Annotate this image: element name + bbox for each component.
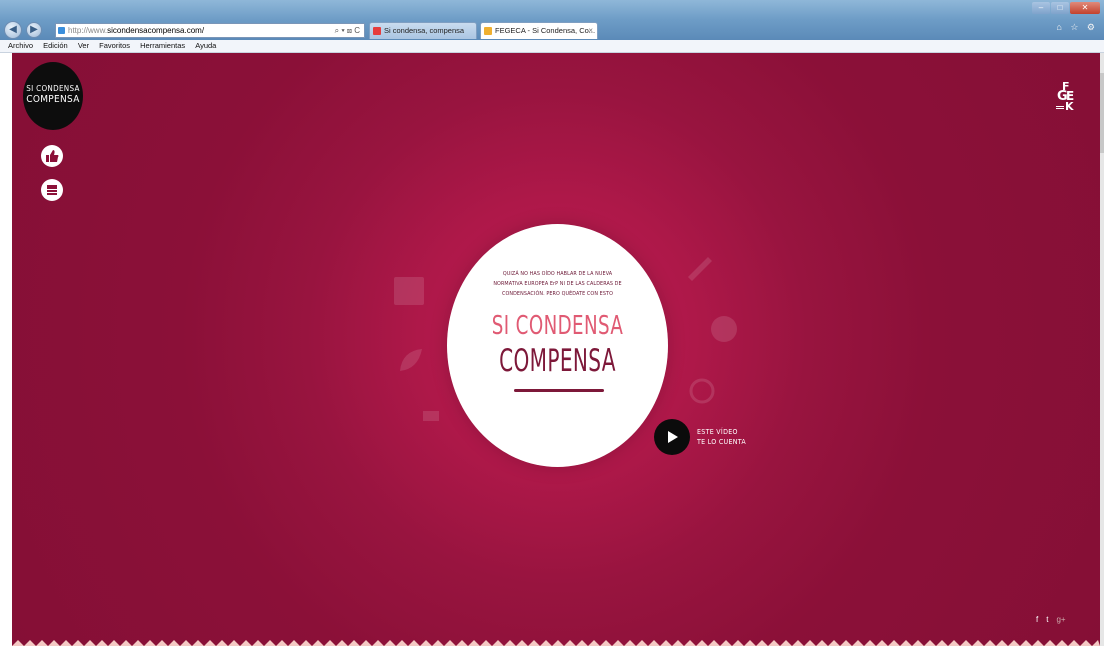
hero-title-line-2: COMPENSA	[499, 343, 616, 379]
menu-herramientas[interactable]: Herramientas	[140, 40, 185, 52]
googleplus-icon[interactable]: g+	[1056, 615, 1065, 624]
site-logo[interactable]: SI CONDENSA COMPENSA	[23, 62, 83, 130]
menu-archivo[interactable]: Archivo	[8, 40, 33, 52]
logo-line-1: SI CONDENSA	[26, 84, 80, 93]
zigzag-border	[12, 640, 1100, 646]
hero-intro-line: CONDENSACIÓN. PERO QUÉDATE CON ESTO	[501, 291, 614, 297]
hero-title-underline	[514, 389, 604, 392]
small-illustration-icon	[423, 411, 439, 421]
page-viewport: SI CONDENSA COMPENSA F E G K QUIZÁ NO HA…	[12, 53, 1100, 646]
tab-label: Si condensa, compensa	[384, 26, 465, 35]
tab-si-condensa[interactable]: Si condensa, compensa	[369, 22, 477, 39]
browser-titlebar: – □ ✕ ◀ ▶ http://www.sicondensacompensa.co…	[0, 0, 1104, 40]
hero-disc: QUIZÁ NO HAS OÍDO HABLAR DE LA NUEVA NOR…	[447, 224, 668, 467]
tab-close-icon[interactable]: ×	[588, 23, 593, 39]
radiator-illustration-icon	[394, 277, 424, 305]
svg-text:K: K	[1065, 100, 1074, 112]
like-button[interactable]	[41, 145, 63, 167]
scrollbar-thumb[interactable]	[1100, 73, 1104, 153]
close-window-button[interactable]: ✕	[1070, 2, 1100, 14]
window-controls: – □ ✕	[1031, 2, 1100, 14]
tab-label: FEGECA - Si Condensa, Co...	[495, 26, 596, 35]
vertical-scrollbar[interactable]	[1100, 53, 1104, 646]
address-bar[interactable]: http://www.sicondensacompensa.com/ ⌕ ▾ ⊠…	[55, 23, 365, 38]
menu-ayuda[interactable]: Ayuda	[195, 40, 216, 52]
video-label-line-1: ESTE VÍDEO	[697, 428, 738, 436]
site-favicon-icon	[58, 27, 65, 34]
maximize-button[interactable]: □	[1051, 2, 1069, 14]
play-video-label[interactable]: ESTE VÍDEO TE LO CUENTA	[697, 427, 746, 447]
facebook-icon[interactable]: f	[1036, 615, 1038, 624]
play-icon	[668, 431, 678, 443]
logo-line-2: COMPENSA	[26, 94, 80, 105]
social-links: f t g+	[1036, 615, 1074, 624]
fegeca-logo-icon[interactable]: F E G K	[1052, 78, 1086, 112]
tool-illustration-icon	[688, 257, 712, 281]
tab-favicon-icon	[484, 27, 492, 35]
hero-intro-text: QUIZÁ NO HAS OÍDO HABLAR DE LA NUEVA NOR…	[487, 269, 628, 299]
minimize-button[interactable]: –	[1032, 2, 1050, 14]
play-video-button[interactable]	[654, 419, 690, 455]
twitter-icon[interactable]: t	[1046, 615, 1048, 624]
navigation-row: ◀ ▶ http://www.sicondensacompensa.com/ ⌕…	[0, 20, 1104, 40]
hero-intro-line: QUIZÁ NO HAS OÍDO HABLAR DE LA NUEVA	[502, 271, 613, 277]
document-icon	[47, 185, 57, 195]
menu-favoritos[interactable]: Favoritos	[99, 40, 130, 52]
address-protocol: http://www.	[68, 26, 108, 35]
address-host: sicondensacompensa.com/	[107, 26, 205, 35]
hero-intro-line: NORMATIVA EUROPEA ErP NI DE LAS CALDERAS…	[493, 281, 622, 287]
leaf-illustration-icon	[400, 349, 422, 371]
clock-illustration-icon	[689, 378, 715, 404]
apple-illustration-icon	[711, 316, 737, 342]
video-label-line-2: TE LO CUENTA	[697, 438, 746, 446]
forward-button[interactable]: ▶	[26, 22, 42, 38]
hero-title-line-1: SI CONDENSA	[491, 311, 624, 341]
tab-favicon-icon	[373, 27, 381, 35]
back-button[interactable]: ◀	[4, 21, 22, 39]
thumbs-up-icon	[46, 150, 59, 162]
tab-fegeca[interactable]: FEGECA - Si Condensa, Co... ×	[480, 22, 598, 39]
menu-bar: Archivo Edición Ver Favoritos Herramient…	[0, 40, 1104, 53]
browser-toolbar-icons[interactable]: ⌂ ☆ ⚙	[1056, 22, 1098, 33]
document-button[interactable]	[41, 179, 63, 201]
menu-edicion[interactable]: Edición	[43, 40, 68, 52]
address-tools[interactable]: ⌕ ▾ ⊠ C	[335, 24, 360, 37]
menu-ver[interactable]: Ver	[78, 40, 89, 52]
